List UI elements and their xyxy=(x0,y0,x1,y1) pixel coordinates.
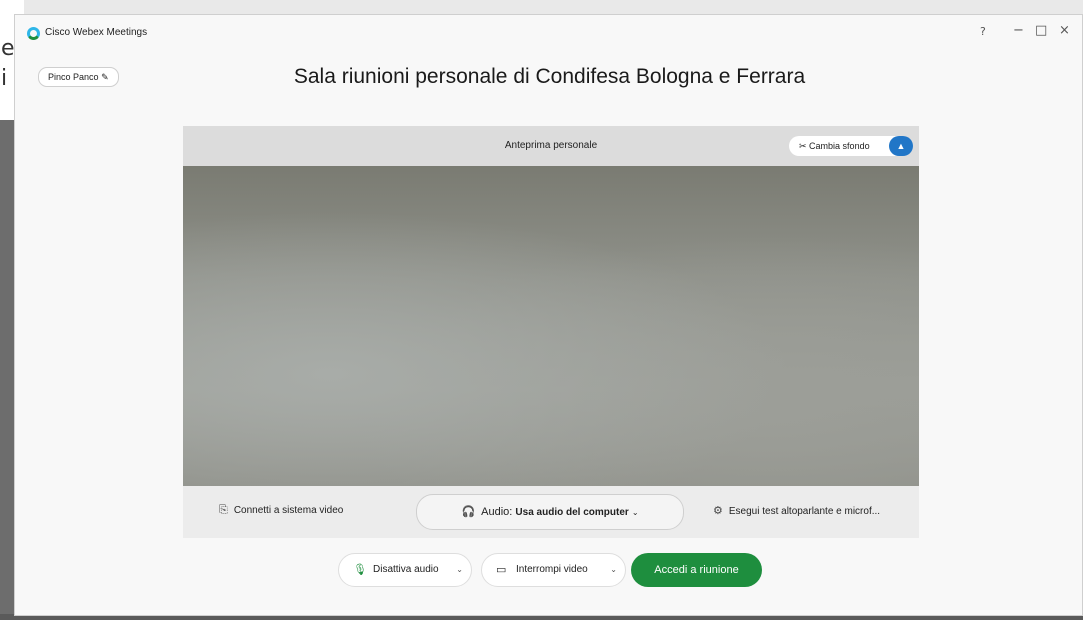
chevron-down-icon[interactable]: ⌄ xyxy=(456,554,463,586)
test-speaker-button[interactable]: ⚙ Esegui test altoparlante e microf... xyxy=(713,504,880,517)
change-background-text: Cambia sfondo xyxy=(809,141,870,151)
audio-value: Usa audio del computer xyxy=(515,507,629,518)
stop-video-label: Interrompi video xyxy=(516,564,588,575)
app-title: Cisco Webex Meetings xyxy=(45,27,148,38)
test-speaker-label: Esegui test altoparlante e microf... xyxy=(728,506,881,517)
video-camera-icon: ▭ xyxy=(496,564,507,576)
close-button[interactable]: × xyxy=(1059,23,1070,38)
page-title: Sala riunioni personale di Condifesa Bol… xyxy=(293,65,806,88)
background-text: e xyxy=(1,36,15,61)
headset-icon: 🎧 xyxy=(461,506,476,518)
mute-label: Disattiva audio xyxy=(373,564,439,575)
maximize-button[interactable]: □ xyxy=(1035,23,1047,38)
title-bar[interactable]: Cisco Webex Meetings ? − □ × xyxy=(15,15,1082,51)
webex-logo-icon xyxy=(27,27,40,40)
settings-icon: ⚙ xyxy=(713,505,723,517)
cast-icon: ⎘ xyxy=(219,504,228,516)
background-text: i xyxy=(1,66,8,91)
chevron-down-icon: ⌄ xyxy=(631,508,639,517)
audio-select[interactable]: 🎧 Audio: Usa audio del computer ⌄ xyxy=(416,494,684,530)
expand-up-icon[interactable]: ▲ xyxy=(889,136,913,156)
camera-preview xyxy=(183,166,919,486)
audio-prefix: Audio: xyxy=(481,506,513,518)
minimize-button[interactable]: − xyxy=(1013,23,1024,38)
chevron-down-icon[interactable]: ⌄ xyxy=(610,554,617,586)
stop-video-button[interactable]: ▭ Interrompi video ⌄ xyxy=(481,553,626,587)
help-icon[interactable]: ? xyxy=(980,25,986,38)
change-background-button[interactable]: ✂ Cambia sfondo ▲ xyxy=(789,136,913,156)
microphone-icon: 🎙 xyxy=(353,564,367,576)
connect-video-system-button[interactable]: ⎘ Connetti a sistema video xyxy=(219,504,343,517)
webex-window: Cisco Webex Meetings ? − □ × Pinco Panco… xyxy=(14,14,1083,616)
connect-video-label: Connetti a sistema video xyxy=(233,505,344,516)
video-preview-panel: Anteprima personale ✂ Cambia sfondo ▲ ⎘ C… xyxy=(183,126,919,538)
change-background-label: ✂ Cambia sfondo xyxy=(799,136,870,156)
magic-wand-icon: ✂ xyxy=(799,141,810,151)
mute-audio-button[interactable]: 🎙 Disattiva audio ⌄ xyxy=(338,553,472,587)
preview-toolbar: ⎘ Connetti a sistema video 🎧 Audio: Usa au… xyxy=(183,486,919,538)
preview-header: Anteprima personale ✂ Cambia sfondo ▲ xyxy=(183,126,919,166)
background-panel xyxy=(0,120,14,620)
join-meeting-button[interactable]: Accedi a riunione xyxy=(631,553,762,587)
